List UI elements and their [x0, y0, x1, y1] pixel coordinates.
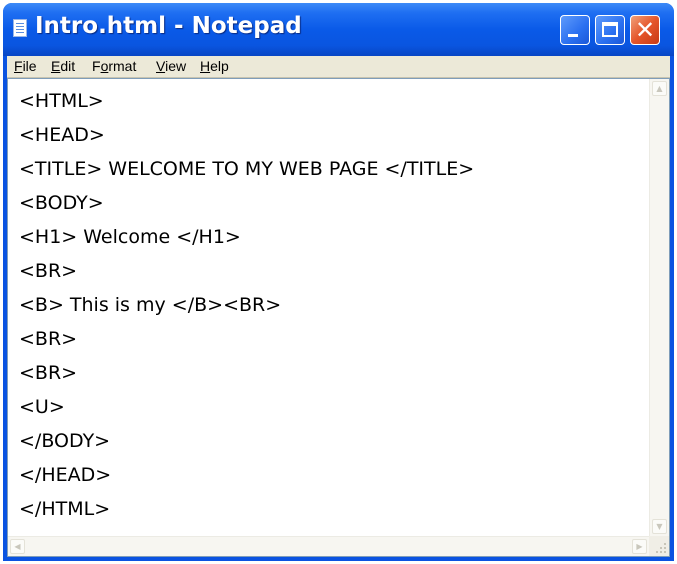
close-icon: ✕ — [634, 16, 656, 44]
menu-view[interactable]: View — [156, 58, 186, 74]
resize-grip-icon[interactable] — [649, 536, 669, 556]
minimize-icon — [568, 34, 578, 37]
scroll-down-icon[interactable]: ▼ — [652, 519, 667, 534]
text-editor[interactable]: <HTML> <HEAD> <TITLE> WELCOME TO MY WEB … — [7, 78, 670, 557]
scroll-left-icon[interactable]: ◀ — [10, 539, 25, 554]
menu-bar: File Edit Format View Help — [7, 56, 670, 78]
code-line[interactable]: <BR> — [19, 258, 77, 284]
maximize-button[interactable] — [595, 15, 625, 45]
scroll-up-icon[interactable]: ▲ — [652, 81, 667, 96]
code-line[interactable]: </HEAD> — [19, 462, 111, 488]
notepad-window: Intro.html - Notepad ✕ File Edit Format … — [3, 3, 674, 561]
code-line[interactable]: <B> This is my </B><BR> — [19, 292, 281, 318]
code-line[interactable]: <HEAD> — [19, 122, 105, 148]
menu-file[interactable]: File — [14, 58, 37, 74]
title-bar[interactable]: Intro.html - Notepad ✕ — [3, 3, 674, 56]
code-line[interactable]: <U> — [19, 394, 65, 420]
code-line[interactable]: <BR> — [19, 360, 77, 386]
code-line[interactable]: <BR> — [19, 326, 77, 352]
close-button[interactable]: ✕ — [630, 15, 660, 45]
menu-help[interactable]: Help — [200, 58, 229, 74]
code-line[interactable]: </BODY> — [19, 428, 110, 454]
menu-format[interactable]: Format — [92, 58, 136, 74]
vertical-scrollbar[interactable]: ▲ ▼ — [649, 79, 669, 536]
code-line[interactable]: <H1> Welcome </H1> — [19, 224, 241, 250]
window-title: Intro.html - Notepad — [35, 13, 302, 39]
code-line[interactable]: <BODY> — [19, 190, 104, 216]
horizontal-scrollbar[interactable]: ◀ ▶ — [8, 536, 649, 556]
maximize-icon — [602, 22, 618, 37]
scroll-right-icon[interactable]: ▶ — [632, 539, 647, 554]
minimize-button[interactable] — [560, 15, 590, 45]
code-line[interactable]: <HTML> — [19, 88, 104, 114]
code-line[interactable]: </HTML> — [19, 496, 110, 522]
menu-edit[interactable]: Edit — [51, 58, 75, 74]
code-line[interactable]: <TITLE> WELCOME TO MY WEB PAGE </TITLE> — [19, 156, 474, 182]
notepad-icon[interactable] — [13, 19, 27, 37]
